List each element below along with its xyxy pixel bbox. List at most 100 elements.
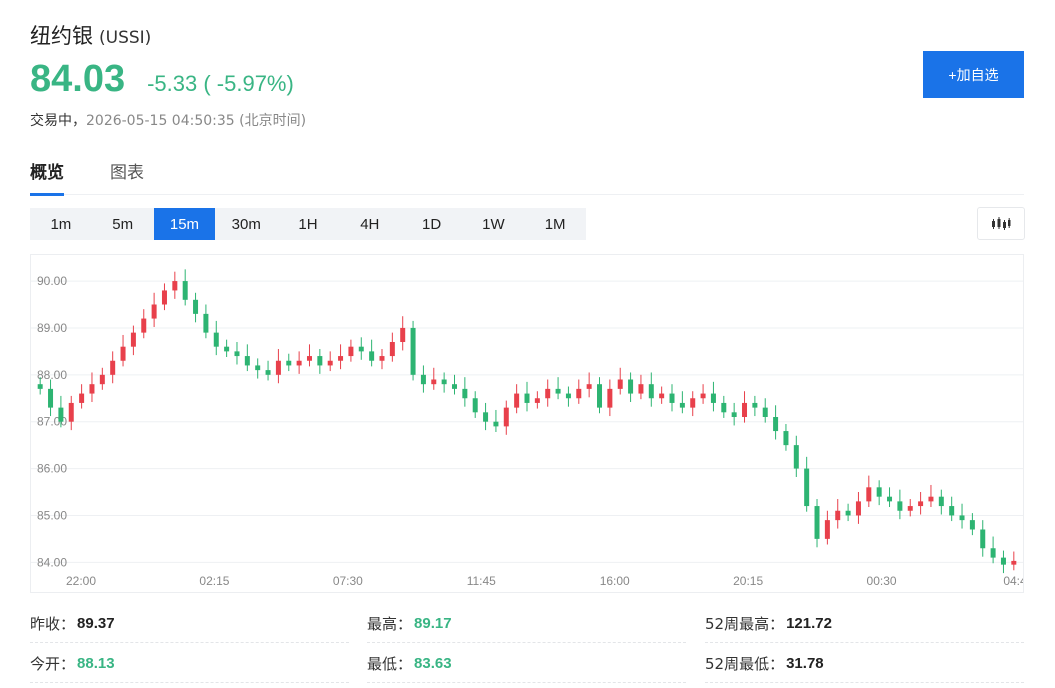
stat-label: 最低： <box>367 654 413 673</box>
stat-value: 121.72 <box>786 614 832 632</box>
candle-body <box>980 529 986 549</box>
candle-body <box>783 431 789 446</box>
period-1mo[interactable]: 1M <box>524 208 586 240</box>
candle-body <box>659 393 665 399</box>
candle-body <box>742 402 748 417</box>
candle-body <box>379 356 385 361</box>
stat-value: 89.37 <box>77 614 115 632</box>
candle-body <box>193 299 199 314</box>
candle-body <box>400 327 406 342</box>
period-15m[interactable]: 15m <box>153 208 216 240</box>
candle-body <box>503 407 509 427</box>
candle-body <box>275 360 281 375</box>
candle-body <box>358 346 364 352</box>
candle-body <box>866 487 872 502</box>
current-price: 84.03 <box>30 58 126 100</box>
candle-body <box>483 412 489 422</box>
candle-body <box>99 374 105 385</box>
candle-body <box>576 388 582 399</box>
candle-body <box>586 384 592 389</box>
x-tick-label: 04:4 <box>1003 574 1024 588</box>
candle-body <box>431 379 437 385</box>
x-tick-label: 22:00 <box>66 574 96 588</box>
period-5m[interactable]: 5m <box>92 208 154 240</box>
candle-body <box>938 496 944 507</box>
stock-code: (USSI) <box>99 28 152 48</box>
stat-label: 昨收： <box>30 614 76 633</box>
candle-body <box>628 379 634 394</box>
candle-body <box>141 318 147 333</box>
candle-body <box>89 384 95 394</box>
candle-body <box>607 388 613 408</box>
candle-body <box>565 393 571 399</box>
candlestick-icon <box>992 216 1011 230</box>
candle-body <box>855 501 861 516</box>
candle-body <box>255 365 261 371</box>
stat-label: 今开： <box>30 654 76 673</box>
x-tick-label: 11:45 <box>467 574 496 588</box>
stat-label: 52周最高： <box>705 614 785 633</box>
stock-title: 纽约银 (USSI) <box>30 20 151 50</box>
candle-body <box>389 342 395 357</box>
candle-body <box>369 351 375 361</box>
candle-body <box>690 398 696 408</box>
period-1d[interactable]: 1D <box>401 208 463 240</box>
x-tick-label: 02:15 <box>199 574 229 588</box>
stat-value: 83.63 <box>414 654 452 672</box>
candle-body <box>731 412 737 417</box>
candle-body <box>638 384 644 394</box>
tab-overview[interactable]: 概览 <box>30 158 64 196</box>
candle-body <box>451 384 457 389</box>
candle-body <box>348 346 354 357</box>
stat-label: 52周最低： <box>705 654 785 673</box>
period-1w[interactable]: 1W <box>462 208 524 240</box>
period-4h[interactable]: 4H <box>339 208 401 240</box>
candle-body <box>700 393 706 399</box>
y-tick-label: 88.00 <box>37 368 67 382</box>
candle-body <box>182 281 188 300</box>
period-1h[interactable]: 1H <box>277 208 339 240</box>
add-watchlist-button[interactable]: +加自选 <box>923 51 1024 98</box>
stat-high: 最高： 89.17 <box>367 604 686 643</box>
stat-label: 最高： <box>367 614 413 633</box>
candle-body <box>58 407 64 422</box>
price-chart[interactable]: 90.00 89.00 88.00 87.00 86.00 85.00 84.00 22:00… <box>30 254 1024 593</box>
candle-body <box>296 360 302 366</box>
trading-status: 交易中，2026-05-15 04:50:35 (北京时间) <box>30 110 306 130</box>
tab-chart[interactable]: 图表 <box>110 158 144 193</box>
candle-body <box>876 487 882 497</box>
y-tick-label: 90.00 <box>37 274 67 288</box>
candle-body <box>990 548 996 558</box>
candle-body <box>68 402 74 422</box>
candlestick-chart: 90.0089.0088.0087.0086.0085.0084.0022:00… <box>31 269 1024 588</box>
stat-low: 最低： 83.63 <box>367 644 686 683</box>
candle-body <box>907 506 913 511</box>
candle-body <box>762 407 768 417</box>
candle-body <box>824 520 830 539</box>
candle-body <box>338 356 344 361</box>
candle-body <box>710 393 716 403</box>
candle-body <box>472 398 478 413</box>
candle-body <box>669 393 675 403</box>
stat-52w-high: 52周最高： 121.72 <box>705 604 1024 643</box>
candle-body <box>327 360 333 366</box>
candle-body <box>969 520 975 530</box>
candle-body <box>420 374 426 385</box>
candle-body <box>462 388 468 399</box>
candle-body <box>514 393 520 408</box>
candle-body <box>48 388 54 408</box>
candle-body <box>213 332 219 347</box>
candle-body <box>1000 557 1006 565</box>
period-30m[interactable]: 30m <box>215 208 277 240</box>
candle-body <box>545 388 551 399</box>
period-1m[interactable]: 1m <box>30 208 92 240</box>
candle-body <box>814 506 820 539</box>
price-row: 84.03 -5.33 ( -5.97%) <box>30 58 294 101</box>
candle-body <box>244 356 250 366</box>
candle-body <box>897 501 903 511</box>
candle-body <box>835 510 841 521</box>
stat-prev-close: 昨收： 89.37 <box>30 604 349 643</box>
candle-body <box>265 370 271 375</box>
chart-type-button[interactable] <box>977 207 1025 240</box>
candle-body <box>306 356 312 361</box>
